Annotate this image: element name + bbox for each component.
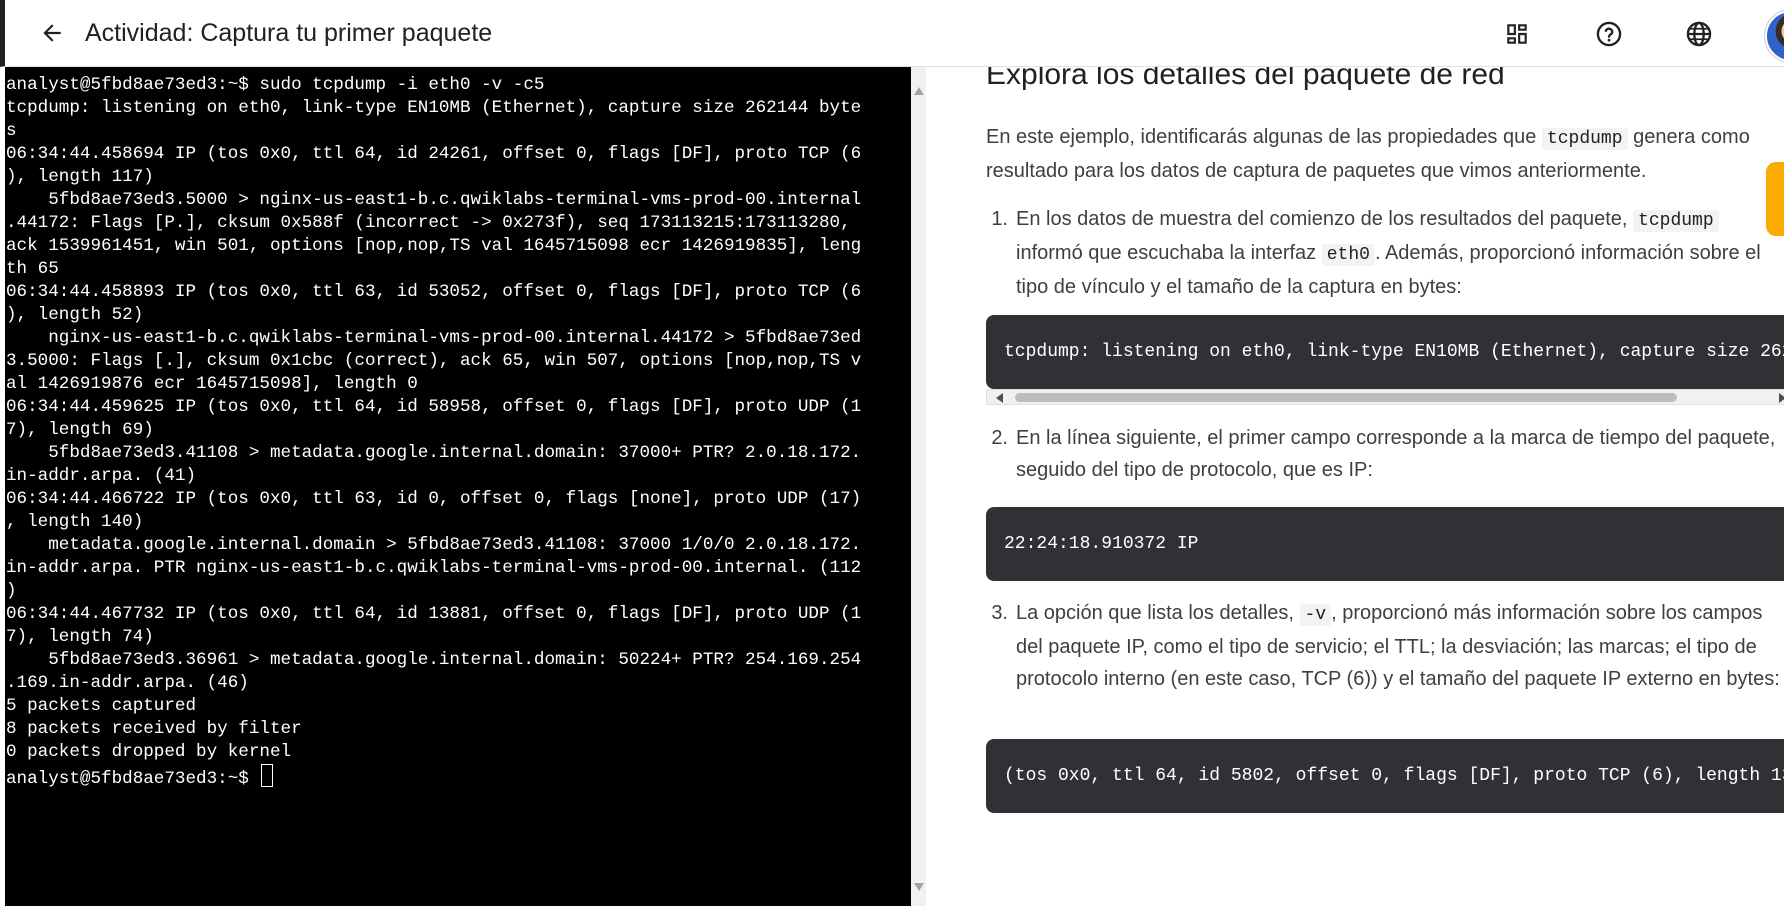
list-text: En los datos de muestra del comienzo de … (1016, 208, 1634, 230)
inline-code: -v (1299, 604, 1332, 626)
top-bar: Actividad: Captura tu primer paquete (0, 0, 1784, 67)
terminal-line: 8 packets received by filter (6, 719, 302, 739)
terminal-output: analyst@5fbd8ae73ed3:~$ sudo tcpdump -i … (5, 67, 911, 791)
side-feedback-tab[interactable] (1766, 162, 1784, 236)
terminal-line: 06:34:44.458893 IP (tos 0x0, ttl 63, id … (6, 282, 862, 302)
avatar[interactable] (1765, 10, 1784, 62)
code-block: tcpdump: listening on eth0, link-type EN… (986, 315, 1784, 389)
scroll-left-arrow-icon[interactable] (996, 393, 1003, 403)
terminal-cursor (261, 764, 274, 787)
scroll-right-arrow-icon[interactable] (1779, 393, 1784, 403)
terminal-line: 0 packets dropped by kernel (6, 742, 292, 762)
terminal-scrollbar[interactable] (911, 67, 926, 906)
scrollbar-thumb[interactable] (1015, 393, 1677, 402)
globe-icon (1686, 21, 1712, 47)
list-text: informó que escuchaba la interfaz (1016, 242, 1322, 264)
terminal-line: in-addr.arpa. PTR nginx-us-east1-b.c.qwi… (6, 558, 862, 578)
help-icon (1596, 21, 1622, 47)
code-block: 22:24:18.910372 IP (986, 507, 1784, 581)
terminal-line: ack 1539961451, win 501, options [nop,no… (6, 236, 862, 256)
section-heading: Explora los detalles del paquete de red (986, 67, 1505, 91)
terminal-line: ), length 52) (6, 305, 144, 325)
terminal-line: in-addr.arpa. (41) (6, 466, 197, 486)
instructions-panel: Explora los detalles del paquete de red … (926, 67, 1784, 906)
scroll-up-arrow-icon[interactable] (914, 87, 924, 95)
terminal-prompt: analyst@5fbd8ae73ed3:~$ (6, 769, 260, 789)
terminal-line: 3.5000: Flags [.], cksum 0x1cbc (correct… (6, 351, 862, 371)
help-button[interactable] (1593, 18, 1625, 50)
dashboard-button[interactable] (1501, 18, 1533, 50)
terminal-line: 5fbd8ae73ed3.36961 > metadata.google.int… (48, 650, 862, 670)
terminal-line: 06:34:44.458694 IP (tos 0x0, ttl 64, id … (6, 144, 862, 164)
terminal-line: 06:34:44.467732 IP (tos 0x0, ttl 64, id … (6, 604, 862, 624)
terminal-line: 7), length 69) (6, 420, 154, 440)
list-item: 1. En los datos de muestra del comienzo … (986, 203, 1784, 303)
back-button[interactable] (37, 18, 67, 48)
terminal-lines: analyst@5fbd8ae73ed3:~$ sudo tcpdump -i … (6, 75, 861, 762)
terminal-line: .169.in-addr.arpa. (46) (6, 673, 249, 693)
scroll-down-arrow-icon[interactable] (914, 883, 924, 891)
list-text: La opción que lista los detalles, (1016, 602, 1300, 624)
terminal-line: 5fbd8ae73ed3.41108 > metadata.google.int… (48, 443, 862, 463)
terminal-line: 5fbd8ae73ed3.5000 > nginx-us-east1-b.c.q… (48, 190, 862, 210)
page-title: Actividad: Captura tu primer paquete (85, 19, 493, 47)
terminal-line: ) (6, 581, 17, 601)
terminal-line: nginx-us-east1-b.c.qwiklabs-terminal-vms… (48, 328, 862, 348)
language-button[interactable] (1683, 18, 1715, 50)
list-number: 3. (991, 602, 1008, 624)
intro-paragraph: En este ejemplo, identificarás algunas d… (986, 121, 1776, 187)
intro-text: En este ejemplo, identificarás algunas d… (986, 126, 1542, 148)
terminal-line: th 65 (6, 259, 59, 279)
terminal-line: al 1426919876 ecr 1645715098], length 0 (6, 374, 418, 394)
code-block: (tos 0x0, ttl 64, id 5802, offset 0, fla… (986, 739, 1784, 813)
dashboard-icon (1507, 24, 1527, 44)
terminal-line: analyst@5fbd8ae73ed3:~$ sudo tcpdump -i … (6, 75, 545, 95)
list-item: 2. En la línea siguiente, el primer camp… (986, 422, 1784, 486)
list-item: 3. La opción que lista los detalles, -v,… (986, 597, 1784, 695)
list-number: 1. (991, 208, 1008, 230)
inline-code: tcpdump (1633, 210, 1719, 232)
list-text: En la línea siguiente, el primer campo c… (1016, 427, 1776, 481)
terminal-line: s (6, 121, 17, 141)
inline-code: eth0 (1321, 244, 1375, 266)
arrow-left-icon (43, 24, 61, 42)
terminal-line: .44172: Flags [P.], cksum 0x588f (incorr… (6, 213, 851, 233)
terminal-pane[interactable]: analyst@5fbd8ae73ed3:~$ sudo tcpdump -i … (5, 67, 911, 906)
terminal-line: 06:34:44.459625 IP (tos 0x0, ttl 64, id … (6, 397, 862, 417)
code-horizontal-scrollbar[interactable] (986, 389, 1784, 405)
terminal-line: 06:34:44.466722 IP (tos 0x0, ttl 63, id … (6, 489, 862, 509)
terminal-line: 7), length 74) (6, 627, 154, 647)
inline-code: tcpdump (1541, 128, 1628, 150)
terminal-line: 5 packets captured (6, 696, 197, 716)
terminal-line: metadata.google.internal.domain > 5fbd8a… (48, 535, 862, 555)
terminal-line: ), length 117) (6, 167, 154, 187)
list-number: 2. (991, 427, 1008, 449)
terminal-line: tcpdump: listening on eth0, link-type EN… (6, 98, 862, 118)
terminal-line: , length 140) (6, 512, 144, 532)
